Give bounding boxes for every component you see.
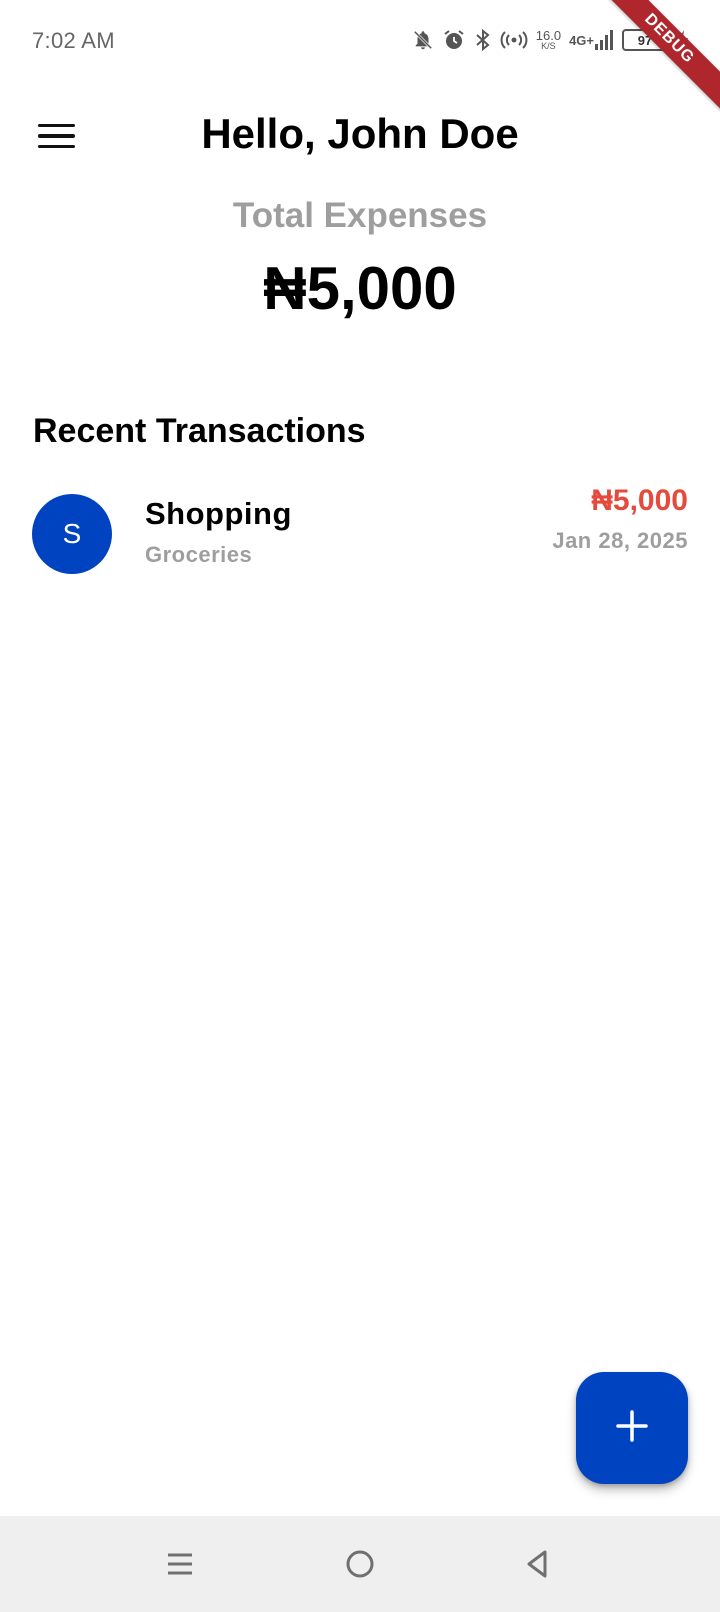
signal-icon: 4G+	[569, 29, 614, 51]
back-icon	[523, 1549, 553, 1584]
add-transaction-button[interactable]	[576, 1372, 688, 1484]
app-bar: Hello, John Doe	[0, 96, 720, 176]
recent-transactions-title: Recent Transactions	[33, 412, 366, 450]
alarm-icon	[442, 28, 466, 52]
home-button[interactable]	[338, 1544, 382, 1588]
avatar: S	[32, 494, 112, 574]
status-bar: 7:02 AM 16.0 K/S 4G+ 97	[0, 0, 720, 80]
recents-icon	[165, 1549, 195, 1584]
transaction-category: Groceries	[145, 542, 253, 567]
transaction-amount: ₦5,000	[591, 484, 688, 517]
total-expenses-label: Total Expenses	[232, 196, 488, 235]
transaction-date: Jan 28, 2025	[552, 528, 688, 553]
hotspot-icon	[500, 28, 528, 52]
plus-icon	[615, 1409, 649, 1448]
transaction-item[interactable]: S Shopping Groceries ₦5,000 Jan 28, 2025	[0, 476, 720, 586]
app-screen: 7:02 AM 16.0 K/S 4G+ 97 DEBUG Hello, Joh…	[0, 0, 720, 1612]
home-icon	[345, 1549, 375, 1584]
bluetooth-icon	[474, 28, 492, 52]
page-title: Hello, John Doe	[201, 110, 519, 157]
total-expenses-amount: ₦5,000	[263, 255, 457, 322]
net-speed-unit: K/S	[541, 41, 556, 51]
recents-button[interactable]	[158, 1544, 202, 1588]
network-type: 4G+	[569, 32, 594, 48]
transaction-title: Shopping	[145, 496, 292, 531]
net-speed: 16.0 K/S	[536, 29, 561, 51]
system-nav-bar	[0, 1516, 720, 1612]
notifications-off-icon	[412, 29, 434, 51]
status-time: 7:02 AM	[32, 28, 115, 53]
back-button[interactable]	[516, 1544, 560, 1588]
